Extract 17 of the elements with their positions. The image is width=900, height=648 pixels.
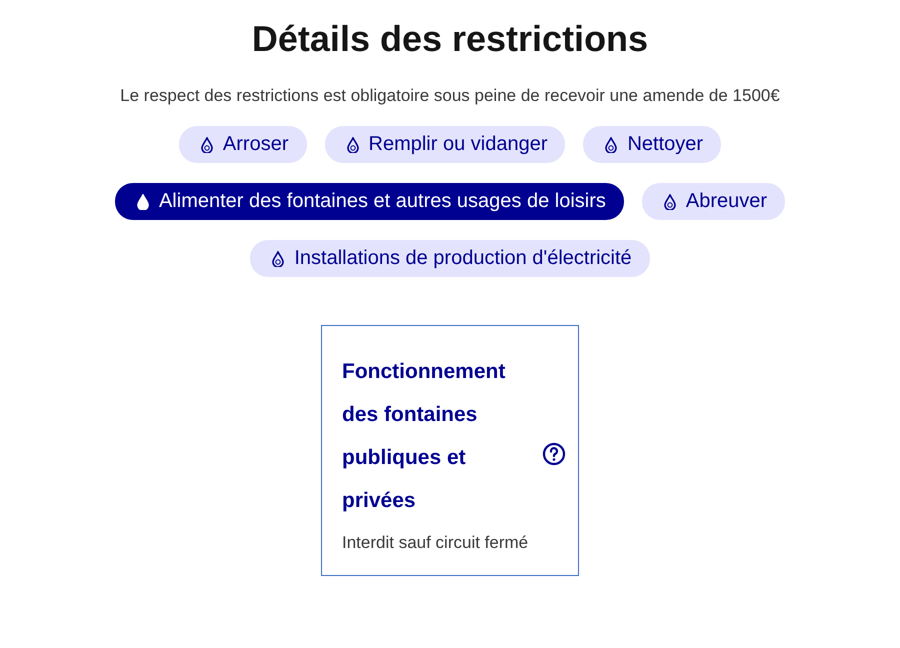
- usage-tag[interactable]: Installations de production d'électricité: [250, 240, 650, 277]
- water-drop-icon: [346, 136, 358, 152]
- page-title: Détails des restrictions: [252, 18, 648, 60]
- usage-tag[interactable]: Remplir ou vidanger: [324, 126, 566, 163]
- card-description: Interdit sauf circuit fermé: [342, 532, 530, 554]
- water-drop-icon: [200, 136, 213, 152]
- card-title: Fonctionnement des fontaines publiques et privées: [342, 359, 506, 514]
- usage-tag[interactable]: Abreuver: [642, 183, 786, 220]
- water-drop-icon: [272, 250, 284, 266]
- fine-notice: Le respect des restrictions est obligatoire sous peine de recevoir une amende de 1500€: [120, 86, 780, 106]
- water-drop-icon: [605, 136, 618, 152]
- help-icon[interactable]: [542, 442, 566, 466]
- usage-tag[interactable]: Alimenter des fontaines et autres usages de loisirs: [114, 183, 624, 220]
- usage-tag[interactable]: Arroser: [178, 126, 306, 163]
- usage-tag[interactable]: Nettoyer: [583, 126, 722, 163]
- water-drop-icon: [664, 194, 676, 210]
- water-drop-icon: [136, 194, 149, 210]
